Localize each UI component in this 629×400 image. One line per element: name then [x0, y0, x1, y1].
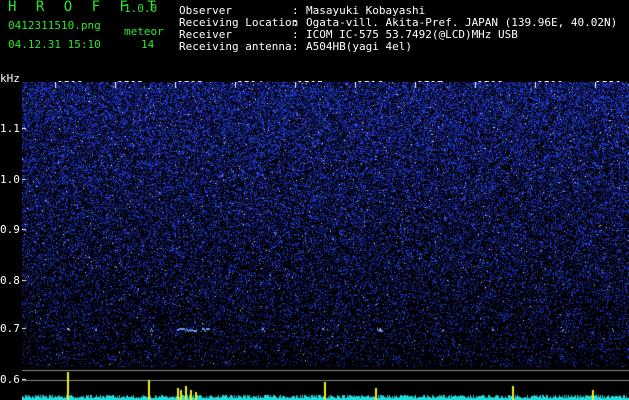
observation-datetime: 04.12.31 15:10	[8, 38, 101, 51]
spectrogram-panel	[22, 82, 629, 400]
antenna-colon: :	[292, 40, 299, 53]
y-tick-label: 1.1	[0, 122, 20, 135]
spectrogram-canvas	[22, 82, 629, 400]
y-tick-label: 0.7	[0, 322, 20, 335]
y-tick-label: 0.6	[0, 373, 20, 386]
meteor-count: 14	[141, 38, 155, 51]
y-tick-label: 1.0	[0, 173, 20, 186]
y-tick-label: 0.8	[0, 274, 20, 287]
antenna-value: A504HB(yagi 4el)	[306, 40, 412, 53]
meteor-label: meteor	[124, 25, 164, 38]
antenna-key: Receiving antenna	[179, 40, 292, 53]
app-version: 1.0.0	[124, 2, 158, 15]
image-filename: 0412311510.png	[8, 19, 101, 32]
y-unit-label: kHz	[0, 72, 20, 85]
y-tick-label: 0.9	[0, 223, 20, 236]
